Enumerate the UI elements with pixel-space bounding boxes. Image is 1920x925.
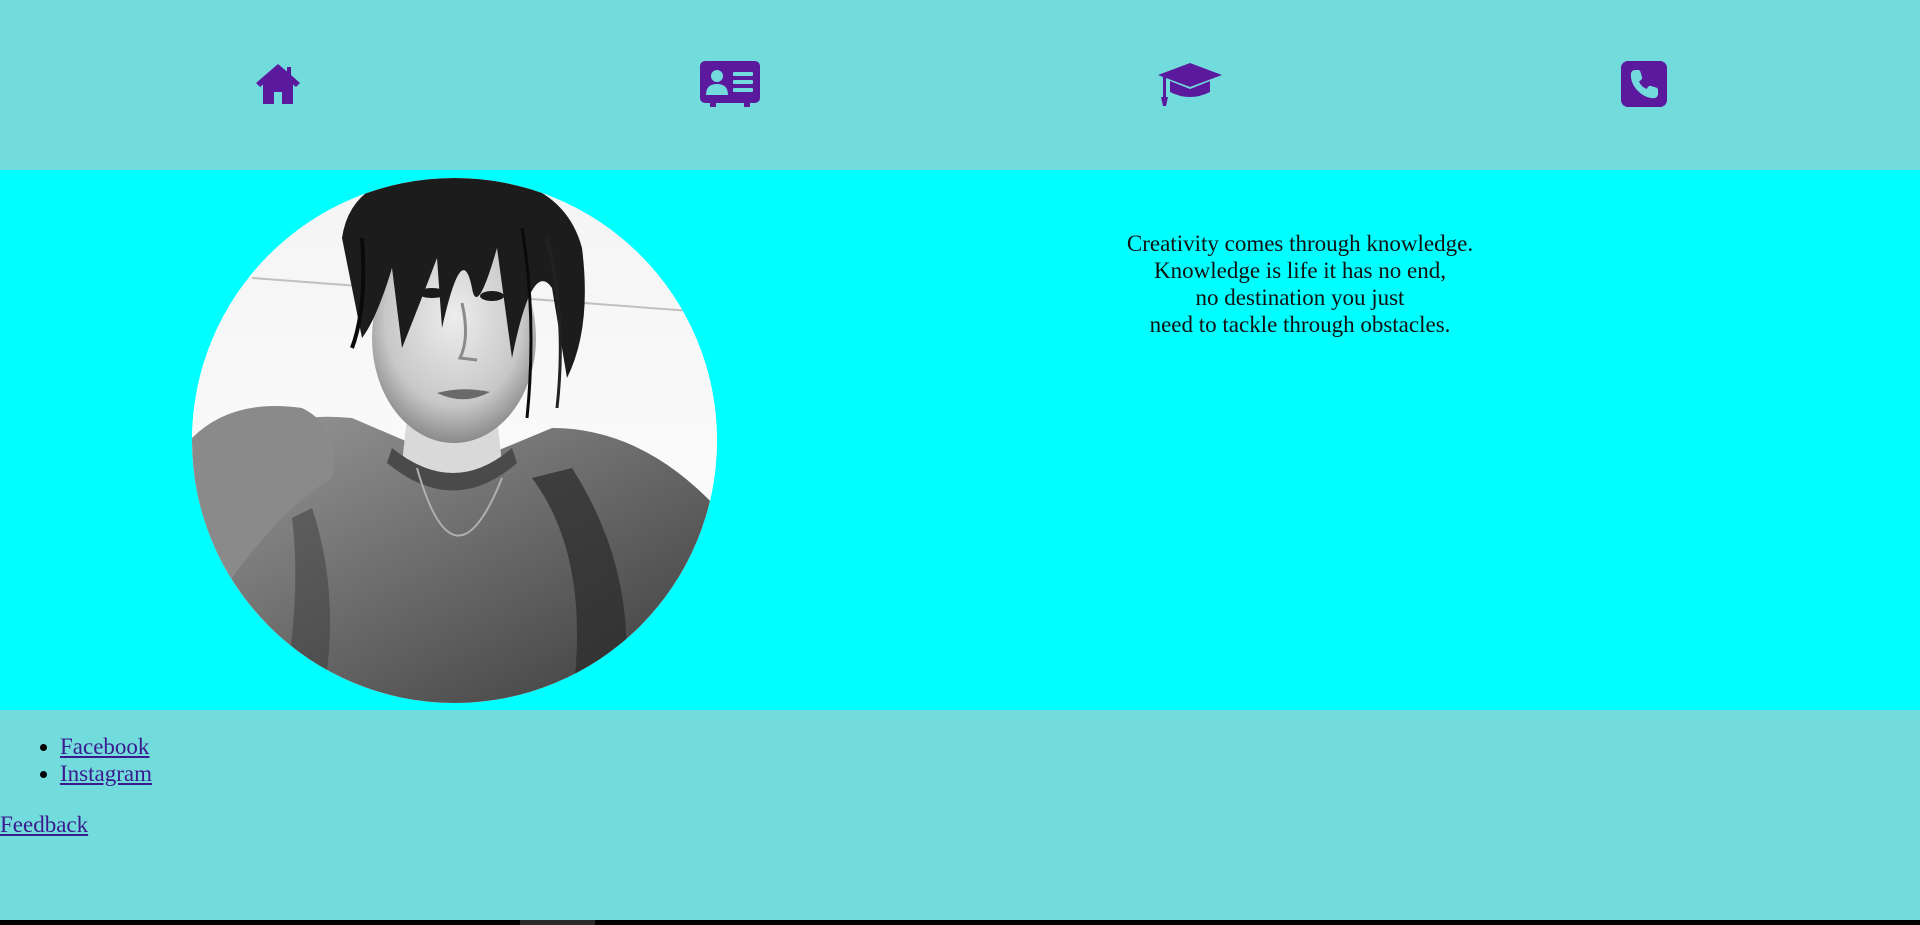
footer: Facebook Instagram Feedback — [0, 710, 1920, 920]
quote-line: Knowledge is life it has no end, — [1154, 258, 1446, 283]
feedback-link[interactable]: Feedback — [0, 811, 88, 838]
home-icon — [256, 64, 300, 104]
horizontal-scrollbar[interactable] — [0, 920, 1920, 925]
list-item: Facebook — [60, 733, 152, 760]
quote-line: Creativity comes through knowledge. — [1126, 231, 1474, 256]
profile-photo-graphic — [192, 178, 717, 703]
quote-line: need to tackle through obstacles. — [1149, 312, 1451, 337]
list-item: Instagram — [60, 760, 152, 787]
nav-contact-link[interactable] — [1621, 60, 1667, 108]
header-nav — [0, 0, 1920, 170]
scrollbar-thumb[interactable] — [520, 920, 595, 925]
social-links-list: Facebook Instagram — [0, 733, 152, 787]
nav-education-link[interactable] — [1156, 60, 1224, 108]
facebook-link[interactable]: Facebook — [60, 734, 149, 759]
profile-photo — [192, 178, 717, 703]
quote-line: no destination you just — [1195, 285, 1405, 310]
hero-section: Creativity comes through knowledge. Know… — [0, 170, 1920, 710]
nav-home-link[interactable] — [254, 60, 302, 108]
nav-about-link[interactable] — [700, 60, 760, 108]
phone-icon — [1621, 61, 1667, 107]
graduation-cap-icon — [1158, 63, 1222, 106]
quote-text: Creativity comes through knowledge. Know… — [1000, 230, 1600, 338]
id-card-icon — [700, 61, 760, 107]
page: Creativity comes through knowledge. Know… — [0, 0, 1920, 920]
instagram-link[interactable]: Instagram — [60, 761, 152, 786]
